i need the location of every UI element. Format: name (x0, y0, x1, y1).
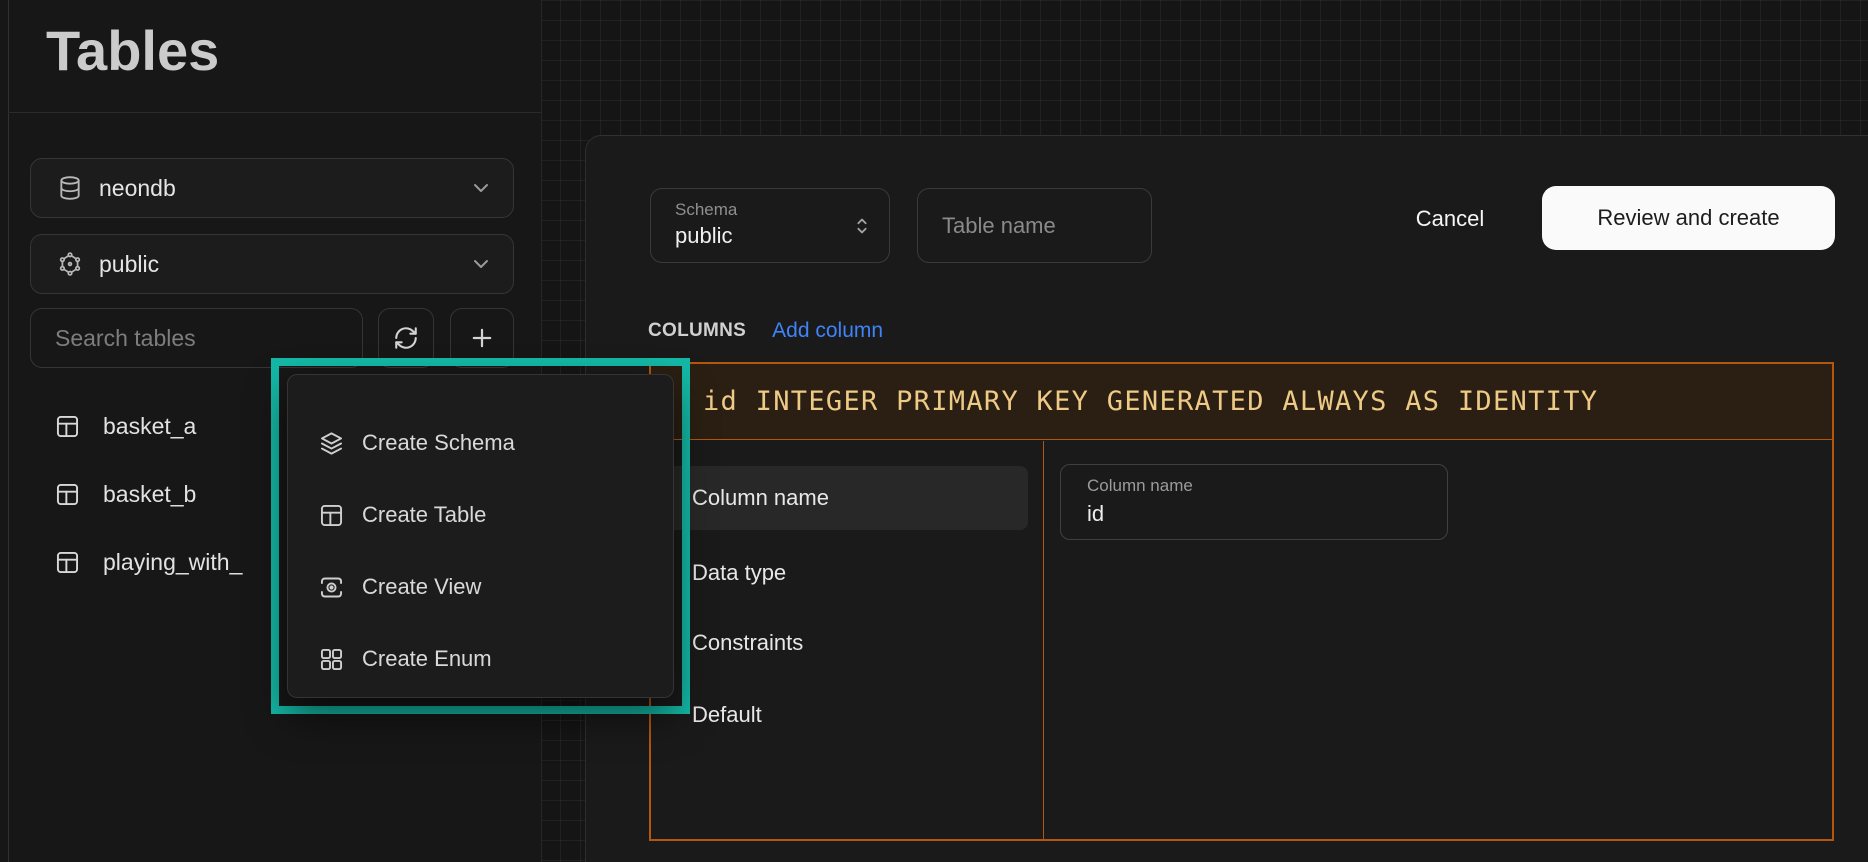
table-icon (54, 413, 81, 440)
database-icon (57, 175, 83, 201)
column-sql-preview-row[interactable]: id INTEGER PRIMARY KEY GENERATED ALWAYS … (651, 364, 1832, 440)
plus-icon (468, 324, 496, 352)
schema-icon (57, 251, 83, 277)
column-name-field: Column name (1060, 464, 1448, 540)
schema-select[interactable]: Schema public (650, 188, 890, 263)
menu-item-label: Create Schema (362, 430, 515, 456)
menu-item-create-view[interactable]: Create View (288, 551, 673, 623)
layers-icon (318, 430, 345, 457)
menu-item-create-table[interactable]: Create Table (288, 479, 673, 551)
table-row-label: playing_with_ (103, 549, 242, 576)
tables-page: Schema public Cancel Review and create C… (0, 0, 1868, 862)
create-menu: Create Schema Create Table Create View C… (287, 374, 674, 698)
cancel-button[interactable]: Cancel (1385, 196, 1515, 242)
editor-nav-label: Constraints (692, 630, 803, 656)
database-select-value: neondb (99, 175, 176, 202)
add-column-link[interactable]: Add column (772, 319, 883, 343)
editor-nav-column-name[interactable]: Column name (662, 466, 1028, 530)
editor-nav-default[interactable]: Default (662, 683, 1028, 747)
menu-item-create-enum[interactable]: Create Enum (288, 623, 673, 695)
menu-item-create-schema[interactable]: Create Schema (288, 407, 673, 479)
editor-nav-label: Column name (692, 485, 829, 511)
create-menu-highlight: Create Schema Create Table Create View C… (271, 358, 690, 714)
menu-item-label: Create Table (362, 502, 486, 528)
sidebar-title: Tables (46, 18, 219, 83)
schema-sidebar-value: public (99, 251, 159, 278)
columns-heading: COLUMNS (648, 320, 746, 342)
chevron-down-icon (469, 176, 493, 200)
database-select[interactable]: neondb (30, 158, 514, 218)
table-icon (54, 481, 81, 508)
column-sql-preview: id INTEGER PRIMARY KEY GENERATED ALWAYS … (703, 386, 1598, 417)
columns-header-row: COLUMNS Add column (648, 316, 883, 346)
column-editor: id INTEGER PRIMARY KEY GENERATED ALWAYS … (649, 362, 1834, 841)
table-icon (318, 502, 345, 529)
grid-2x2-icon (318, 646, 345, 673)
table-icon (54, 549, 81, 576)
column-name-input[interactable] (1087, 501, 1417, 527)
chevrons-up-down-icon (851, 215, 873, 237)
chevron-down-icon (469, 252, 493, 276)
sidebar-divider (8, 112, 542, 113)
schema-select-label: Schema (675, 200, 737, 220)
table-row-label: basket_a (103, 413, 196, 440)
editor-divider (1043, 441, 1044, 839)
sidebar-edge-line (8, 0, 9, 862)
refresh-icon (393, 325, 419, 351)
column-name-field-label: Column name (1087, 476, 1193, 496)
table-name-input[interactable] (917, 188, 1152, 263)
menu-item-label: Create View (362, 574, 481, 600)
editor-nav-label: Data type (692, 560, 786, 586)
schema-select-value: public (675, 223, 732, 249)
schema-sidebar-select[interactable]: public (30, 234, 514, 294)
review-and-create-button[interactable]: Review and create (1542, 186, 1835, 250)
table-row-label: basket_b (103, 481, 196, 508)
view-icon (318, 574, 345, 601)
editor-nav-constraints[interactable]: Constraints (662, 611, 1028, 675)
editor-nav-label: Default (692, 702, 762, 728)
editor-nav-data-type[interactable]: Data type (662, 541, 1028, 605)
menu-item-label: Create Enum (362, 646, 492, 672)
